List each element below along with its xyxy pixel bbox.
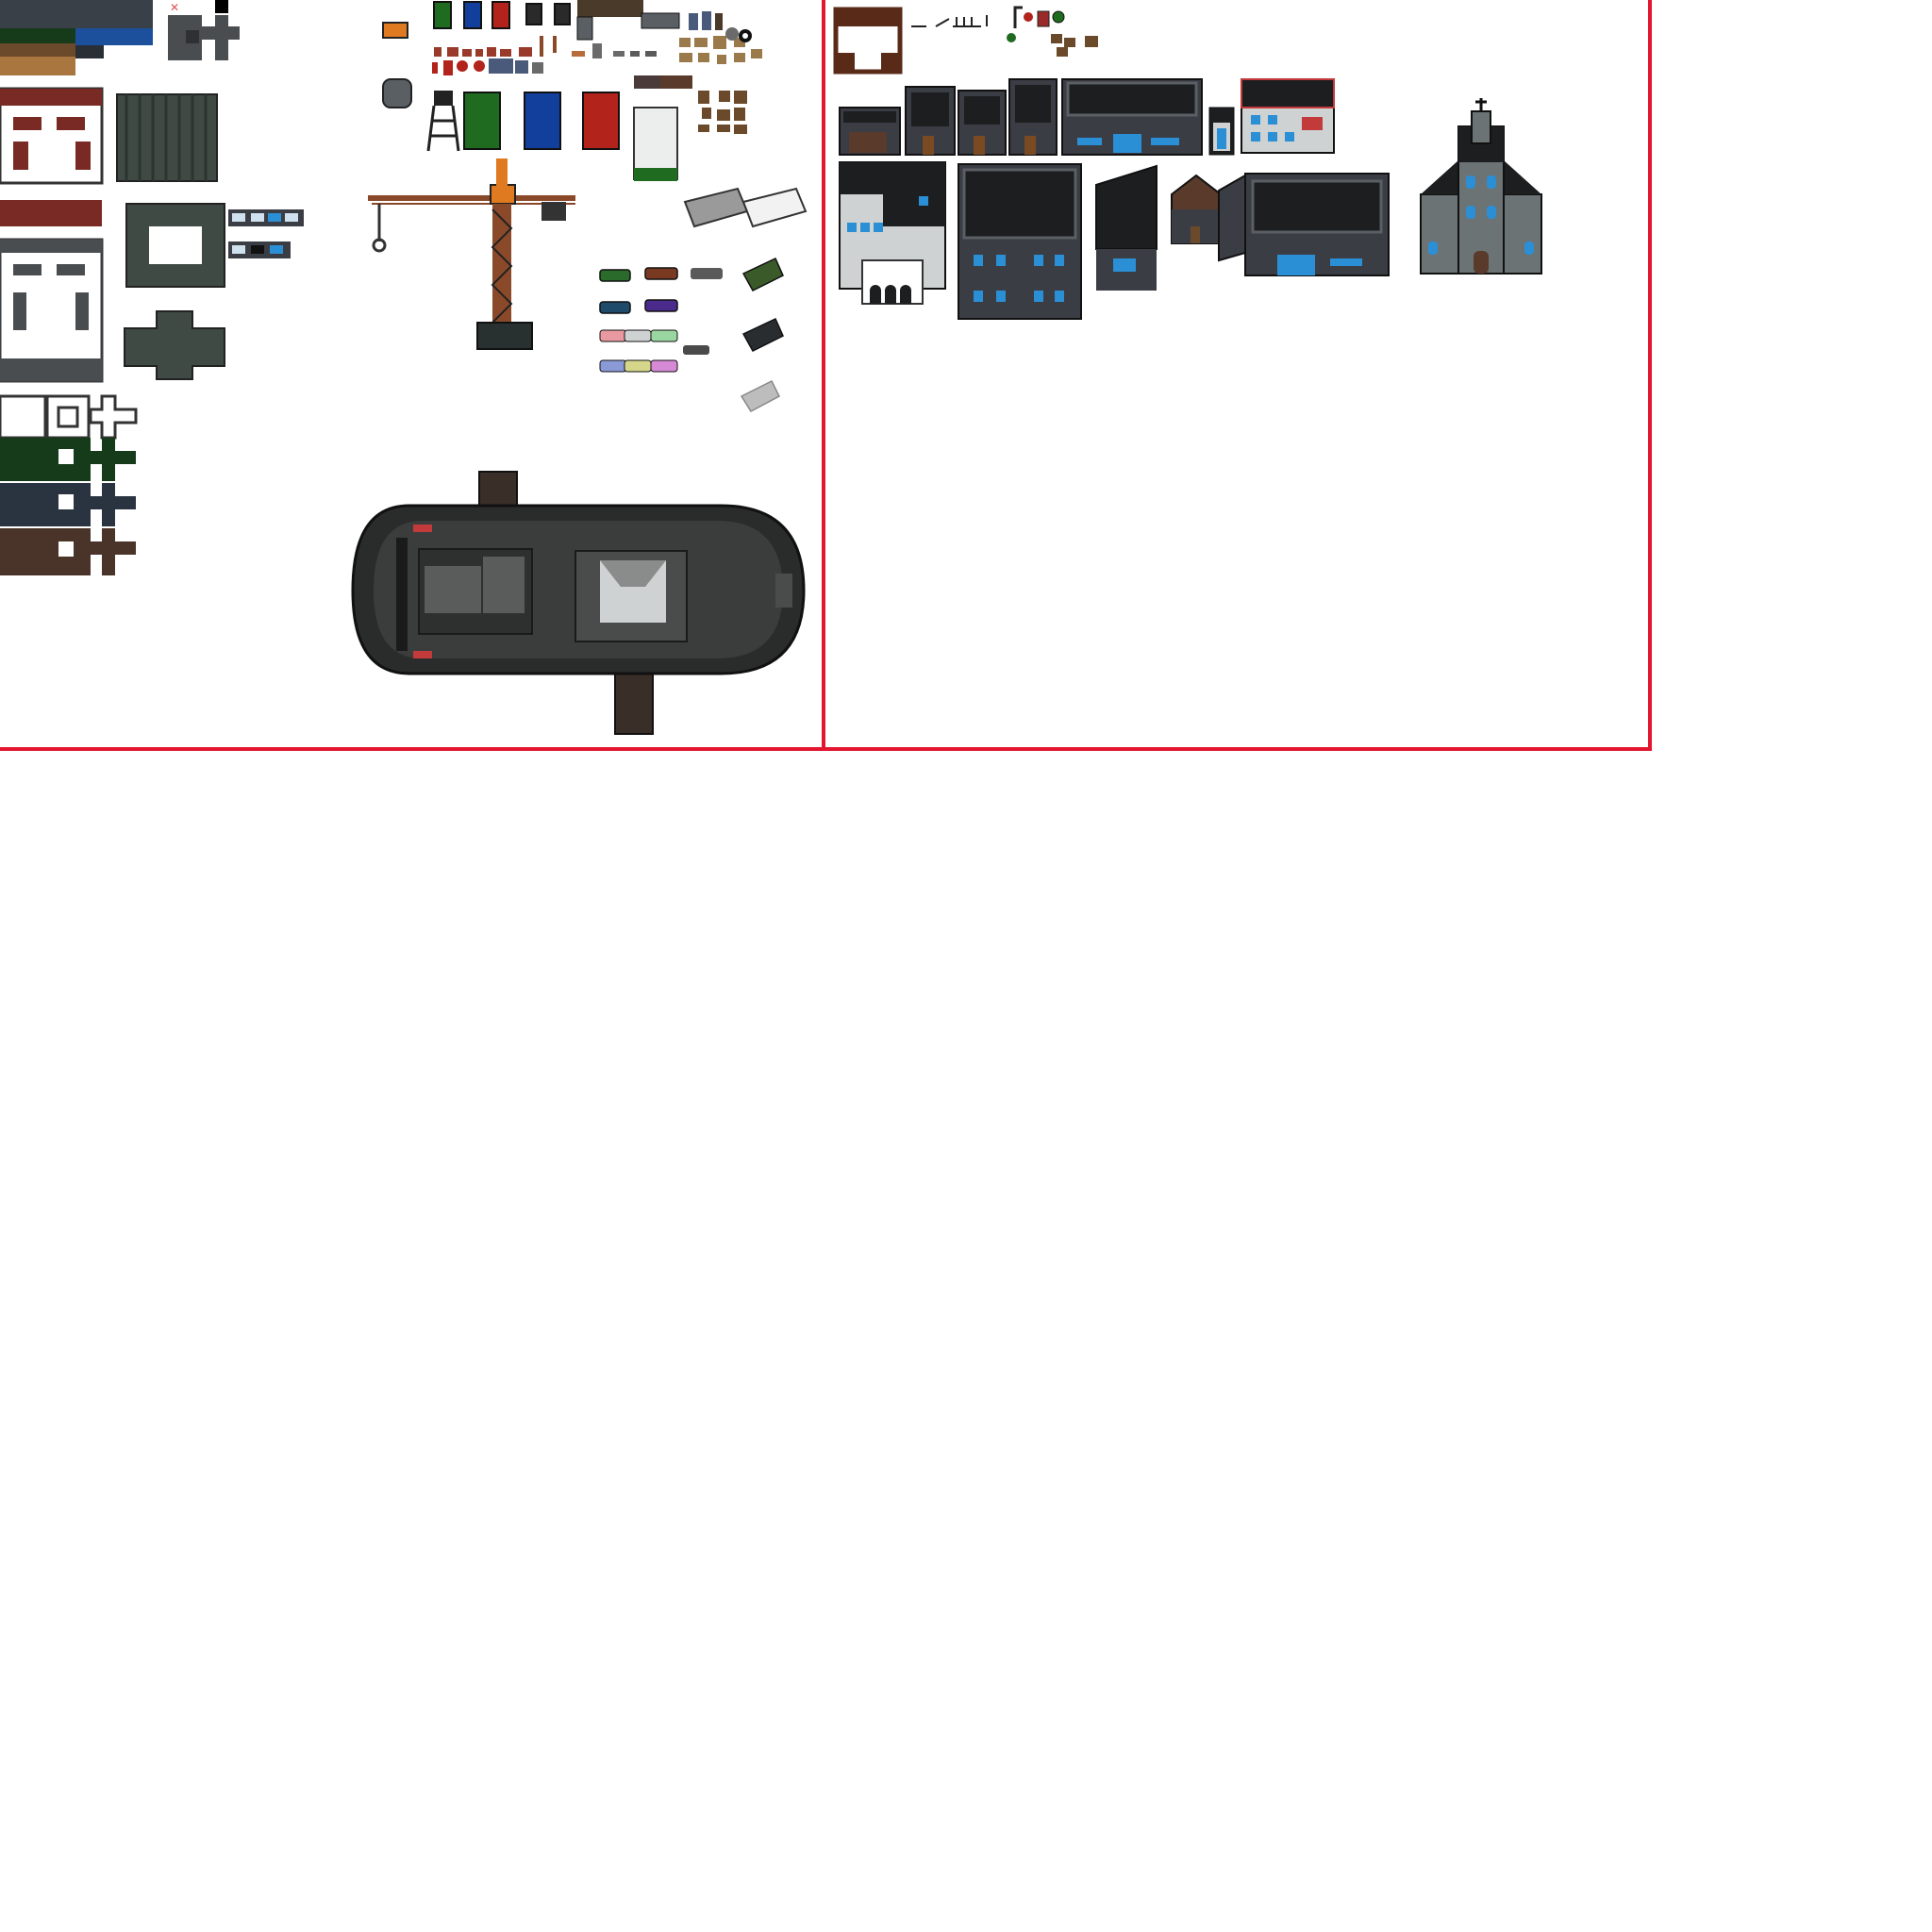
fence (911, 15, 988, 27)
container-green (463, 92, 501, 150)
street-lamp (1013, 6, 1023, 28)
truck-green (741, 257, 784, 291)
dirt-tile (0, 43, 75, 57)
vehicles (599, 257, 784, 412)
car-green (599, 269, 631, 282)
grass-ground-tile (0, 438, 91, 481)
slanted-roof-building (1095, 164, 1158, 250)
tree-icon (1052, 10, 1065, 24)
container-blue (524, 92, 561, 150)
trash-bin-red (491, 1, 510, 29)
grass-tile (0, 28, 75, 43)
car-teal (599, 301, 631, 314)
container-red (582, 92, 620, 150)
stone-tile (0, 0, 153, 28)
tower-crane (368, 158, 575, 350)
trash-bin-green (433, 1, 452, 29)
excavator (382, 22, 408, 39)
car-gray (691, 268, 723, 279)
tugboat (351, 471, 806, 735)
water-tile (75, 28, 153, 45)
slate-ground-tile (0, 483, 91, 526)
gas-tank (382, 78, 412, 108)
water-tower (434, 91, 453, 106)
terrain-tiles: ✕ (0, 0, 304, 575)
mud-ground-tile (0, 528, 91, 575)
hedge-cross-tile (124, 310, 225, 380)
truck-dark (741, 317, 784, 352)
sand-tile (0, 57, 75, 75)
car-purple (644, 299, 678, 312)
trash-bin-blue (463, 1, 482, 29)
car-brown (644, 267, 678, 280)
building-sprites (833, 6, 1542, 320)
svg-text:✕: ✕ (170, 1, 179, 14)
